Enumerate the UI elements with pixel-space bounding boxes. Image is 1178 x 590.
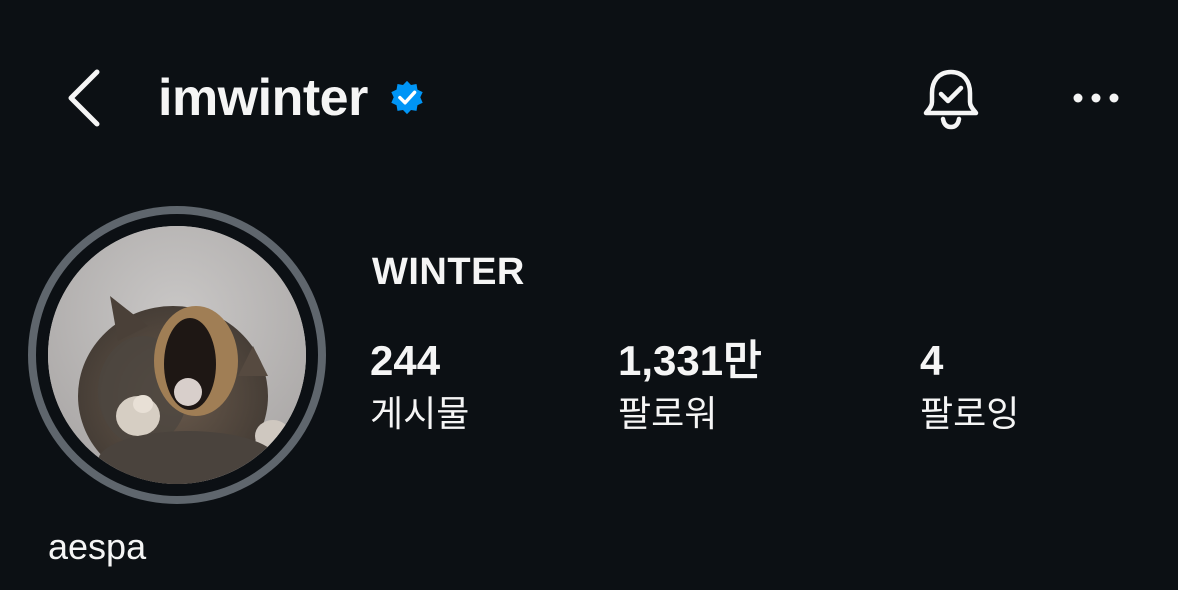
followers-count-value: 1,331만 xyxy=(618,337,762,384)
back-button[interactable] xyxy=(62,66,106,130)
username: imwinter xyxy=(158,69,368,127)
verified-badge-icon xyxy=(388,79,426,117)
posts-count-label: 게시물 xyxy=(370,393,470,435)
more-horizontal-icon xyxy=(1073,93,1119,103)
following-count-label: 팔로잉 xyxy=(920,393,1020,435)
posts-count[interactable]: 244 게시물 xyxy=(370,336,469,436)
username-header[interactable]: imwinter xyxy=(158,68,426,128)
bell-check-icon xyxy=(923,69,979,130)
display-name: WINTER xyxy=(372,251,525,293)
posts-count-value: 244 xyxy=(370,337,441,384)
followers-count-label: 팔로워 xyxy=(618,393,718,435)
more-options-button[interactable] xyxy=(1066,80,1126,116)
followers-count[interactable]: 1,331만 팔로워 xyxy=(618,336,762,436)
profile-avatar[interactable] xyxy=(28,206,326,504)
avatar-image xyxy=(48,226,306,484)
following-count-value: 4 xyxy=(920,337,944,384)
notifications-button[interactable] xyxy=(916,64,986,134)
profile-bio[interactable]: aespa xyxy=(48,526,146,568)
chevron-left-icon xyxy=(68,69,100,127)
avatar-ring-gap xyxy=(36,214,318,496)
following-count[interactable]: 4 팔로잉 xyxy=(920,336,1019,436)
